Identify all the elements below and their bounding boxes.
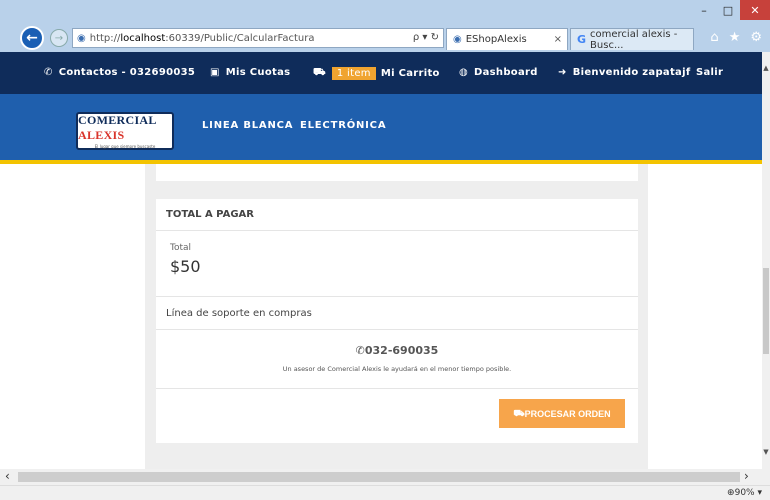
horizontal-scroll-thumb[interactable] <box>18 472 740 482</box>
scroll-right-icon[interactable]: › <box>744 469 749 483</box>
logo-alexis: ALEXIS <box>78 128 125 142</box>
welcome-label: Bienvenido zapatajf <box>572 67 691 78</box>
logo-text: COMERCIAL ALEXIS <box>78 113 172 143</box>
quotas-link[interactable]: ▣ Mis Cuotas <box>210 67 290 78</box>
cart-icon: ⛟ <box>513 407 525 418</box>
browser-chrome: – □ ✕ ← → ◉ http://localhost:60339/Publi… <box>0 0 770 52</box>
zoom-level: 90% <box>734 488 755 498</box>
vertical-scrollbar[interactable]: ▲ ▼ <box>762 52 770 469</box>
minimize-icon[interactable]: – <box>692 0 716 20</box>
tab-eshopalexis[interactable]: ◉ EShopAlexis × <box>446 28 568 50</box>
cart-link[interactable]: ⛟ 1 item Mi Carrito <box>313 67 440 80</box>
quotas-label: Mis Cuotas <box>225 67 291 78</box>
page-icon: ◉ <box>77 32 86 44</box>
contacts-link[interactable]: ✆ Contactos - 032690035 <box>44 67 195 78</box>
back-arrow-icon[interactable]: ← <box>20 26 44 50</box>
close-icon[interactable]: ✕ <box>740 0 770 20</box>
total-card: TOTAL A PAGAR Total $50 Línea de soporte… <box>156 199 638 443</box>
menu-linea-blanca[interactable]: LINEA BLANCA <box>202 120 293 131</box>
dashboard-label: Dashboard <box>474 67 538 78</box>
logo-omercial: OMERCIAL <box>86 113 157 127</box>
dashboard-icon: ◍ <box>459 67 469 78</box>
total-label: Total <box>170 243 192 253</box>
site-header: COMERCIAL ALEXIS El lugar que siempre bu… <box>0 94 762 160</box>
divider <box>156 329 638 330</box>
advisor-text: Un asesor de Comercial Alexis le ayudará… <box>282 365 512 373</box>
tab-label: EShopAlexis <box>465 34 527 45</box>
vertical-scroll-thumb[interactable] <box>763 268 769 354</box>
previous-card-bottom <box>156 164 638 181</box>
site-topbar: ✆ Contactos - 032690035 ▣ Mis Cuotas ⛟ 1… <box>0 52 762 94</box>
logout-label: Salir <box>696 67 724 78</box>
zoom-icon: ⊕ <box>727 488 735 498</box>
process-order-button[interactable]: ⛟ PROCESAR ORDEN <box>499 399 625 428</box>
forward-arrow-icon[interactable]: → <box>50 29 68 47</box>
google-icon: G <box>577 33 587 46</box>
menu-electronica[interactable]: ELECTRÓNICA <box>300 120 386 131</box>
total-heading: TOTAL A PAGAR <box>156 199 638 231</box>
phone-icon: ✆ <box>355 344 365 357</box>
cart-count-badge: 1 item <box>331 67 376 80</box>
divider <box>156 388 638 389</box>
maximize-icon[interactable]: □ <box>716 0 740 20</box>
status-bar: ⊕90% ▾ <box>0 485 770 500</box>
scroll-down-icon[interactable]: ▼ <box>762 448 770 456</box>
cart-label: Mi Carrito <box>380 68 440 79</box>
dashboard-link[interactable]: ◍ Dashboard <box>459 67 538 78</box>
process-order-label: PROCESAR ORDEN <box>524 408 611 419</box>
tab-google-search[interactable]: G comercial alexis - Busc... <box>570 28 694 51</box>
tab-label: comercial alexis - Busc... <box>590 28 678 51</box>
logo-tagline: El lugar que siempre buscaste <box>94 144 156 149</box>
zoom-control[interactable]: ⊕90% ▾ <box>727 488 762 498</box>
tab-close-icon[interactable]: × <box>554 34 562 45</box>
browser-toolbar-icons: ⌂ ★ ⚙ <box>710 30 762 45</box>
window-controls: – □ ✕ <box>692 0 770 22</box>
home-icon[interactable]: ⌂ <box>710 30 718 45</box>
logo-c: C <box>78 113 87 127</box>
site-logo[interactable]: COMERCIAL ALEXIS El lugar que siempre bu… <box>76 112 174 150</box>
logout-link[interactable]: Salir <box>696 67 723 78</box>
cart-icon: ⛟ <box>313 67 326 78</box>
address-bar[interactable]: ◉ http://localhost:60339/Public/Calcular… <box>72 28 444 48</box>
browser-nav-row: ← → ◉ http://localhost:60339/Public/Calc… <box>0 24 770 52</box>
total-value: $50 <box>170 257 201 276</box>
address-tools[interactable]: ρ ▾ ↻ <box>413 32 439 43</box>
user-arrow-icon: ➜ <box>558 67 567 78</box>
address-rest: :60339/Public/CalcularFactura <box>165 32 315 44</box>
contacts-label: Contactos - 032690035 <box>58 67 196 78</box>
tab-page-icon: ◉ <box>453 34 462 45</box>
quotas-icon: ▣ <box>210 67 220 78</box>
address-host: localhost <box>120 32 166 44</box>
settings-gear-icon[interactable]: ⚙ <box>750 30 762 45</box>
support-phone: ✆032-690035 <box>156 344 638 357</box>
scroll-up-icon[interactable]: ▲ <box>762 64 770 72</box>
horizontal-scrollbar[interactable]: ‹ › <box>0 469 770 485</box>
scroll-left-icon[interactable]: ‹ <box>5 469 10 483</box>
divider <box>156 296 638 297</box>
favorites-star-icon[interactable]: ★ <box>729 30 741 45</box>
phone-number: 032-690035 <box>364 344 439 357</box>
welcome-user[interactable]: ➜ Bienvenido zapatajf <box>558 67 690 78</box>
support-label: Línea de soporte en compras <box>166 308 312 319</box>
address-prefix: http:// <box>89 32 121 44</box>
phone-icon: ✆ <box>44 67 53 78</box>
